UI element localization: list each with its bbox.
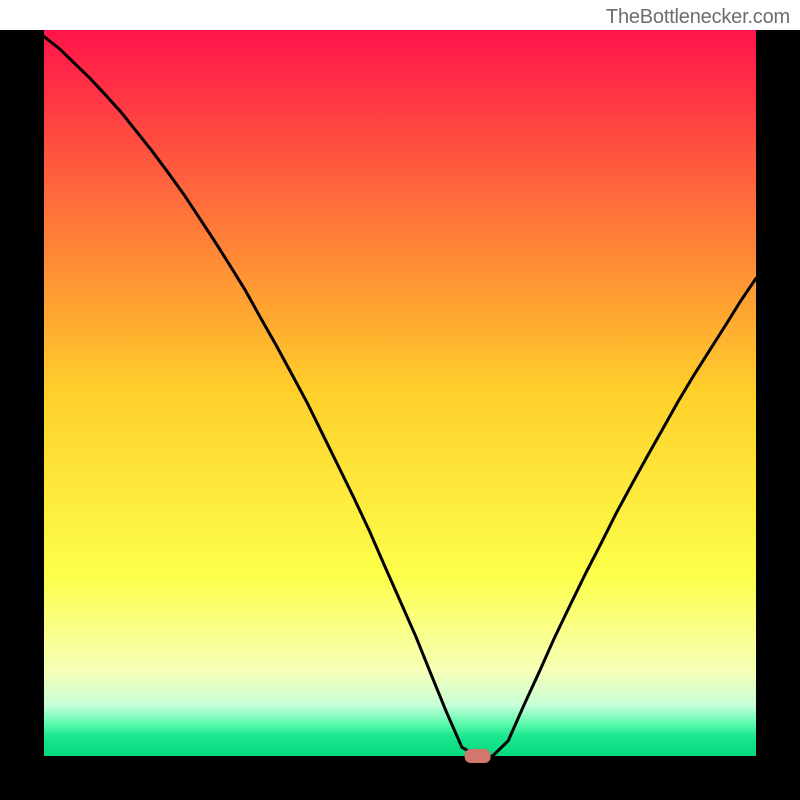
plot-background [44,30,756,756]
attribution-text: TheBottlenecker.com [606,6,790,29]
chart-container: TheBottlenecker.com [0,0,800,800]
bottleneck-chart [0,0,800,800]
min-marker [465,749,491,763]
